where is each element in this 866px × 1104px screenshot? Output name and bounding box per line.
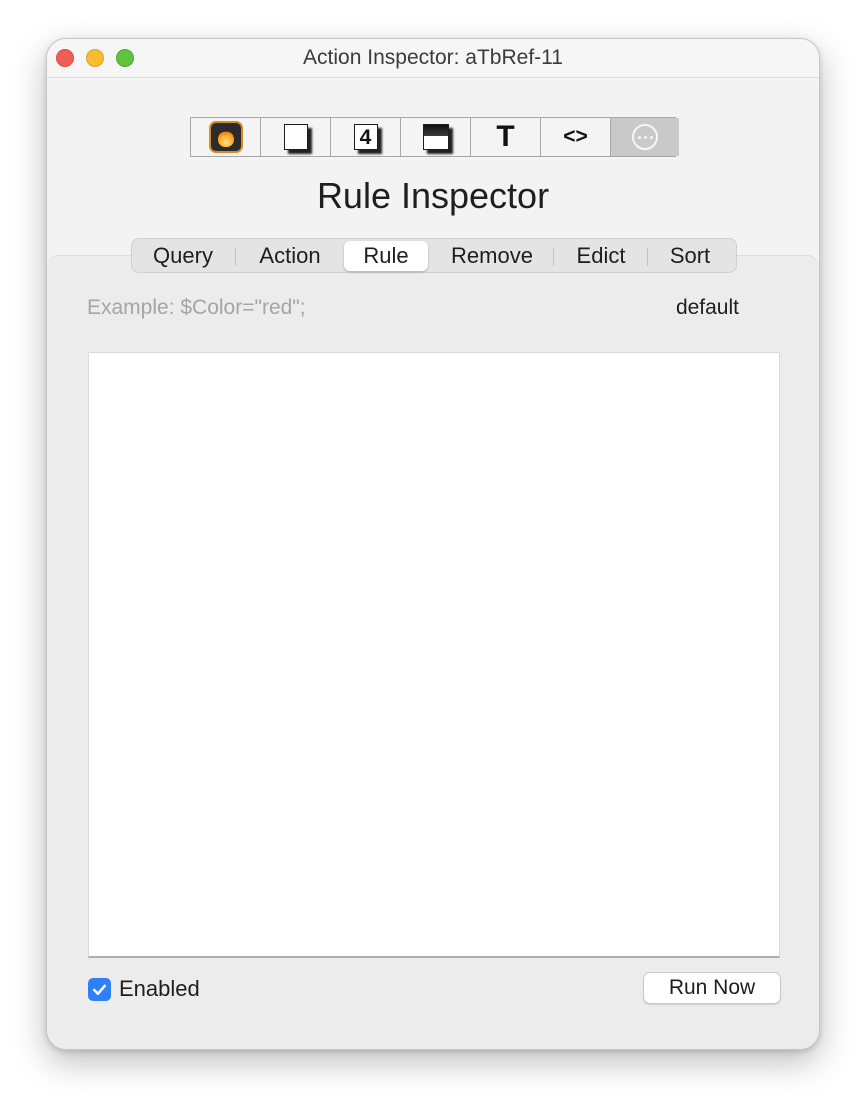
shade-inspector-button[interactable] [401,118,471,156]
inspector-toolbar: 4 T <> [190,117,679,157]
enabled-checkbox[interactable] [88,978,111,1001]
properties-inspector-button[interactable]: 4 [331,118,401,156]
tab-separator [647,248,648,266]
flame-icon [208,121,243,153]
html-inspector-button[interactable]: <> [541,118,611,156]
page-icon [283,124,308,150]
text-icon: T [496,120,515,153]
tab-query[interactable]: Query [138,241,228,271]
tab-edict[interactable]: Edict [560,241,642,271]
tab-action[interactable]: Action [243,241,337,271]
rule-code-editor[interactable] [88,352,780,958]
inspector-window: Action Inspector: aTbRef-11 4 T <> Rule … [46,38,820,1050]
more-icon [632,124,658,150]
code-icon: <> [563,125,588,148]
checkmark-icon [92,984,107,996]
inspector-heading: Rule Inspector [316,175,550,216]
run-now-button[interactable]: Run Now [643,972,781,1004]
badge-icon: 4 [353,124,378,150]
window-title: Action Inspector: aTbRef-11 [303,46,563,69]
tab-separator [553,248,554,266]
example-hint: Example: $Color="red"; [87,296,306,319]
text-inspector-button[interactable]: T [471,118,541,156]
action-inspector-button[interactable] [611,118,679,156]
enabled-label: Enabled [119,976,200,1001]
title-bar[interactable]: Action Inspector: aTbRef-11 [47,39,819,78]
shade-icon [422,124,449,150]
inspector-tabs: Query Action Rule Remove Edict Sort [131,238,737,273]
general-inspector-button[interactable] [191,118,261,156]
tab-rule[interactable]: Rule [344,241,428,271]
tab-separator [235,248,236,266]
default-label: default [675,296,739,319]
appearance-inspector-button[interactable] [261,118,331,156]
tab-remove[interactable]: Remove [436,241,548,271]
tab-sort[interactable]: Sort [652,241,728,271]
